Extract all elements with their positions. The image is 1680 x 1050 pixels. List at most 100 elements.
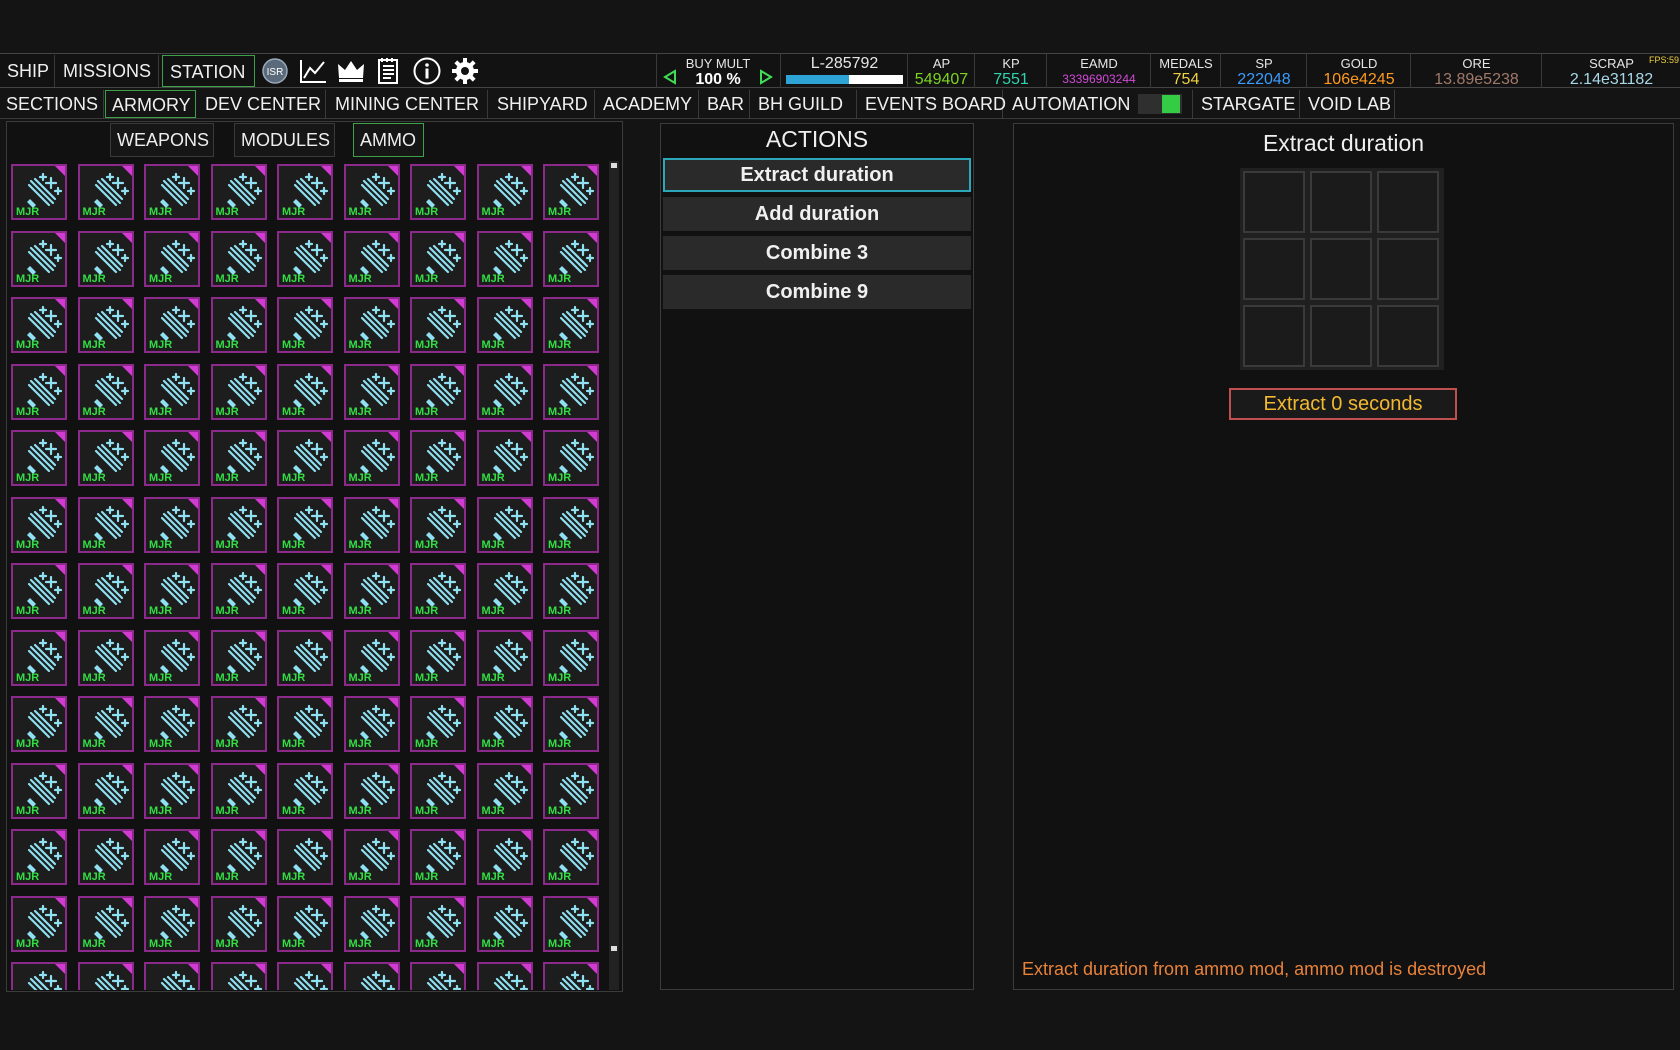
section-armory[interactable]: ARMORY xyxy=(105,90,196,118)
ammo-item[interactable]: MJR xyxy=(410,629,466,686)
crown-icon[interactable] xyxy=(335,56,367,86)
ammo-item[interactable]: MJR xyxy=(543,430,599,486)
ammo-item[interactable]: MJR xyxy=(343,563,400,619)
ammo-item[interactable]: MJR xyxy=(410,297,466,353)
ammo-item[interactable]: MJR xyxy=(410,696,466,752)
ammo-item[interactable]: MJR xyxy=(410,164,466,220)
section-bh-guild[interactable]: BH GUILD xyxy=(752,90,857,118)
tab-weapons[interactable]: WEAPONS xyxy=(110,123,214,157)
ammo-item[interactable]: MJR xyxy=(343,496,400,553)
ammo-item[interactable]: MJR xyxy=(277,895,333,952)
ammo-item[interactable]: MJR xyxy=(144,496,200,553)
ammo-item[interactable]: MJR xyxy=(410,430,466,486)
ammo-item[interactable]: MJR xyxy=(77,829,134,885)
ammo-item[interactable]: MJR xyxy=(144,962,200,990)
action-add-duration[interactable]: Add duration xyxy=(663,197,971,231)
ammo-item[interactable]: MJR xyxy=(210,563,267,619)
ammo-item[interactable]: MJR xyxy=(77,696,134,752)
ammo-item[interactable]: MJR xyxy=(11,297,67,353)
ammo-item[interactable]: MJR xyxy=(144,563,200,619)
gear-icon[interactable] xyxy=(449,56,481,86)
ammo-item[interactable]: MJR xyxy=(343,762,400,819)
ammo-item[interactable]: MJR xyxy=(476,762,533,819)
ammo-item[interactable]: MJR xyxy=(11,895,67,952)
ammo-item[interactable]: MJR xyxy=(77,762,134,819)
ammo-item[interactable]: MJR xyxy=(77,297,134,353)
ammo-item[interactable]: MJR xyxy=(543,962,599,990)
ammo-item[interactable]: MJR xyxy=(77,629,134,686)
tab-ammo[interactable]: AMMO xyxy=(353,123,424,157)
ammo-item[interactable]: MJR xyxy=(543,762,599,819)
ammo-item[interactable]: MJR xyxy=(144,430,200,486)
ammo-item[interactable]: MJR xyxy=(476,164,533,220)
ammo-item[interactable]: MJR xyxy=(144,297,200,353)
ammo-item[interactable]: MJR xyxy=(210,895,267,952)
automation-toggle[interactable] xyxy=(1138,94,1182,114)
ammo-item[interactable]: MJR xyxy=(343,895,400,952)
input-slot[interactable] xyxy=(1377,238,1439,300)
arrow-left-icon[interactable] xyxy=(662,69,678,85)
ammo-item[interactable]: MJR xyxy=(210,363,267,420)
ammo-item[interactable]: MJR xyxy=(77,230,134,287)
input-slot[interactable] xyxy=(1310,238,1372,300)
ammo-item[interactable]: MJR xyxy=(543,297,599,353)
input-slot[interactable] xyxy=(1377,305,1439,367)
section-events-board[interactable]: EVENTS BOARD xyxy=(859,90,1006,118)
ammo-item[interactable]: MJR xyxy=(343,430,400,486)
inventory-scrollbar[interactable] xyxy=(609,161,619,990)
ammo-item[interactable]: MJR xyxy=(77,363,134,420)
input-slot[interactable] xyxy=(1310,305,1372,367)
ammo-item[interactable]: MJR xyxy=(210,164,267,220)
ammo-item[interactable]: MJR xyxy=(11,164,67,220)
ammo-item[interactable]: MJR xyxy=(77,430,134,486)
chart-icon[interactable] xyxy=(297,56,329,86)
ammo-item[interactable]: MJR xyxy=(476,895,533,952)
ammo-item[interactable]: MJR xyxy=(277,829,333,885)
ammo-item[interactable]: MJR xyxy=(210,696,267,752)
notes-icon[interactable] xyxy=(373,56,405,86)
ammo-item[interactable]: MJR xyxy=(144,230,200,287)
action-extract-duration[interactable]: Extract duration xyxy=(663,158,971,192)
ammo-item[interactable]: MJR xyxy=(410,762,466,819)
ammo-item[interactable]: MJR xyxy=(77,164,134,220)
ammo-item[interactable]: MJR xyxy=(543,895,599,952)
ammo-item[interactable]: MJR xyxy=(144,363,200,420)
ammo-item[interactable]: MJR xyxy=(410,363,466,420)
ammo-item[interactable]: MJR xyxy=(343,297,400,353)
section-academy[interactable]: ACADEMY xyxy=(597,90,699,118)
ammo-item[interactable]: MJR xyxy=(543,563,599,619)
ammo-item[interactable]: MJR xyxy=(343,629,400,686)
ammo-item[interactable]: MJR xyxy=(410,496,466,553)
section-bar[interactable]: BAR xyxy=(701,90,750,118)
ammo-item[interactable]: MJR xyxy=(476,363,533,420)
isr-icon[interactable]: ISR xyxy=(259,56,291,86)
ammo-item[interactable]: MJR xyxy=(343,164,400,220)
ammo-item[interactable]: MJR xyxy=(277,563,333,619)
ammo-item[interactable]: MJR xyxy=(343,829,400,885)
ammo-item[interactable]: MJR xyxy=(343,230,400,287)
extract-button[interactable]: Extract 0 seconds xyxy=(1229,388,1457,420)
ammo-item[interactable]: MJR xyxy=(210,430,267,486)
ammo-item[interactable]: MJR xyxy=(277,629,333,686)
ammo-item[interactable]: MJR xyxy=(476,230,533,287)
nav-missions[interactable]: MISSIONS xyxy=(56,55,159,87)
action-combine-3[interactable]: Combine 3 xyxy=(663,236,971,270)
action-combine-9[interactable]: Combine 9 xyxy=(663,275,971,309)
section-automation[interactable]: AUTOMATION xyxy=(1006,90,1193,118)
ammo-item[interactable]: MJR xyxy=(277,762,333,819)
ammo-item[interactable]: MJR xyxy=(210,297,267,353)
ammo-item[interactable]: MJR xyxy=(210,496,267,553)
ammo-item[interactable]: MJR xyxy=(210,962,267,990)
ammo-item[interactable]: MJR xyxy=(77,563,134,619)
ammo-item[interactable]: MJR xyxy=(11,962,67,990)
ammo-item[interactable]: MJR xyxy=(543,829,599,885)
section-dev-center[interactable]: DEV CENTER xyxy=(199,90,326,118)
ammo-item[interactable]: MJR xyxy=(476,297,533,353)
ammo-item[interactable]: MJR xyxy=(144,629,200,686)
ammo-item[interactable]: MJR xyxy=(277,696,333,752)
ammo-item[interactable]: MJR xyxy=(11,629,67,686)
input-slot[interactable] xyxy=(1243,171,1305,233)
ammo-item[interactable]: MJR xyxy=(476,430,533,486)
ammo-item[interactable]: MJR xyxy=(277,164,333,220)
arrow-right-icon[interactable] xyxy=(758,69,774,85)
